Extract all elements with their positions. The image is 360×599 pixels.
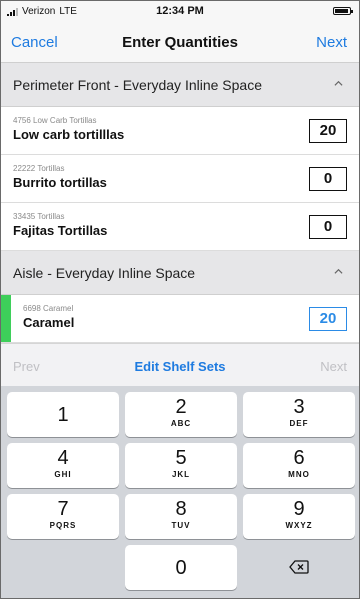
list-item-active[interactable]: 6698 Caramel Caramel 20 [1,295,359,343]
key-4[interactable]: 4 GHI [7,443,119,488]
key-2[interactable]: 2 ABC [125,392,237,437]
quantity-field-active[interactable]: 20 [309,307,347,331]
key-digit: 8 [175,498,187,520]
edit-shelf-sets-button[interactable]: Edit Shelf Sets [1,359,359,374]
key-letters: GHI [54,470,72,479]
item-name: Low carb tortilllas [13,127,125,142]
item-name: Burrito tortillas [13,175,107,190]
keyboard-toolbar: Prev Edit Shelf Sets Next [1,343,359,386]
active-indicator [1,295,11,342]
list-item[interactable]: 33435 Tortillas Fajitas Tortillas 0 [1,203,359,251]
item-sku: 22222 Tortillas [13,164,65,173]
quantity-field[interactable]: 20 [309,119,347,143]
section-title: Perimeter Front - Everyday Inline Space [13,77,262,93]
key-letters: MNO [288,470,310,479]
status-bar: Verizon LTE 12:34 PM [1,1,359,21]
key-digit: 2 [175,396,187,418]
key-letters: DEF [289,419,309,428]
page-title: Enter Quantities [122,34,238,51]
key-digit: 7 [57,498,69,520]
key-7[interactable]: 7 PQRS [7,494,119,539]
key-letters: WXYZ [285,521,313,530]
key-3[interactable]: 3 DEF [243,392,355,437]
key-0[interactable]: 0 [125,545,237,590]
key-digit: 6 [293,447,305,469]
key-6[interactable]: 6 MNO [243,443,355,488]
chevron-up-icon [334,80,343,86]
key-8[interactable]: 8 TUV [125,494,237,539]
key-letters: PQRS [49,521,77,530]
list-item[interactable]: 22222 Tortillas Burrito tortillas 0 [1,155,359,203]
navigation-bar: Cancel Enter Quantities Next [1,21,359,63]
quantity-list: Perimeter Front - Everyday Inline Space … [1,63,359,343]
battery-icon [333,7,353,15]
key-digit: 5 [175,447,187,469]
section-header-perimeter-front[interactable]: Perimeter Front - Everyday Inline Space [1,63,359,107]
list-item[interactable]: 4756 Low Carb Tortillas Low carb tortill… [1,107,359,155]
key-letters: ABC [170,419,192,428]
key-digit: 4 [57,447,69,469]
toolbar-next-button[interactable]: Next [320,359,347,374]
key-digit: 1 [57,404,69,426]
key-letters: JKL [171,470,191,479]
chevron-up-icon [334,268,343,274]
next-button[interactable]: Next [316,34,347,51]
key-5[interactable]: 5 JKL [125,443,237,488]
key-digit: 3 [293,396,305,418]
key-9[interactable]: 9 WXYZ [243,494,355,539]
item-sku: 33435 Tortillas [13,212,65,221]
quantity-field[interactable]: 0 [309,167,347,191]
key-letters: TUV [171,521,191,530]
key-digit: 9 [293,498,305,520]
item-sku: 6698 Caramel [23,304,74,313]
item-name: Fajitas Tortillas [13,223,108,238]
backspace-icon [289,560,309,574]
item-name: Caramel [23,315,75,330]
key-digit: 0 [175,557,187,579]
quantity-field[interactable]: 0 [309,215,347,239]
delete-key[interactable] [243,545,355,590]
section-title: Aisle - Everyday Inline Space [13,265,196,281]
status-time: 12:34 PM [156,5,204,17]
numeric-keypad: 1 2 ABC 3 DEF 4 GHI 5 JKL 6 MNO 7 PQRS 8… [1,386,359,598]
key-1[interactable]: 1 [7,392,119,437]
app-screen: Verizon LTE 12:34 PM Cancel Enter Quanti… [0,0,360,599]
section-header-aisle[interactable]: Aisle - Everyday Inline Space [1,251,359,295]
item-sku: 4756 Low Carb Tortillas [13,116,97,125]
